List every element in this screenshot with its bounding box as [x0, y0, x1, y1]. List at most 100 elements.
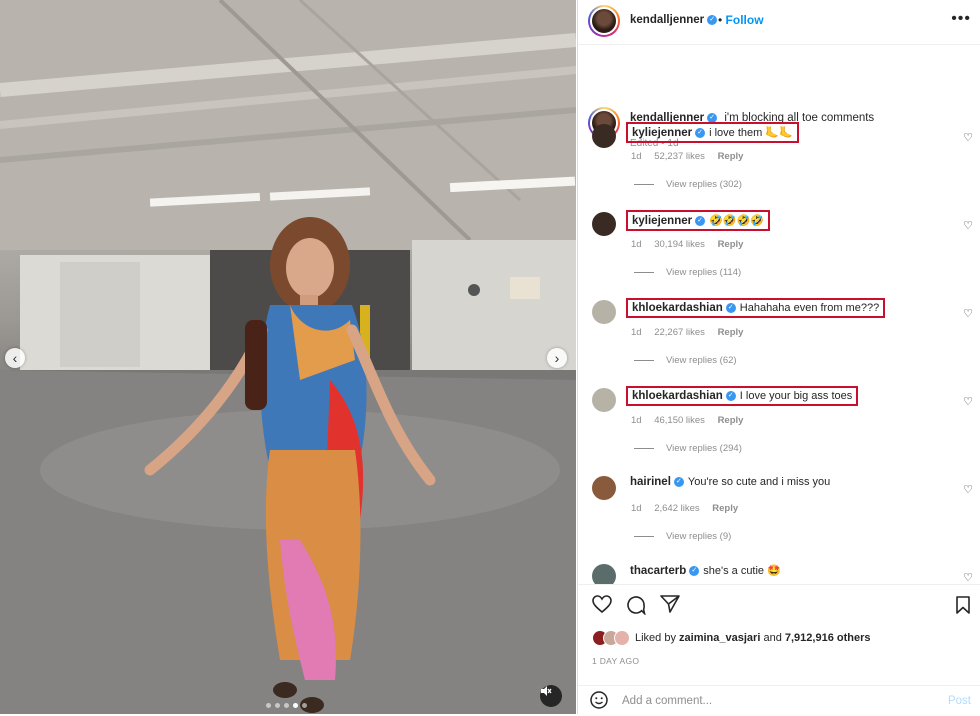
comment-time: 1d — [631, 327, 642, 338]
post-panel: kendalljenner ✓ • Follow ••• kendalljenne… — [577, 0, 980, 714]
liked-by: Liked by zaimina_vasjari and 7,912,916 o… — [592, 630, 871, 646]
view-replies-button[interactable]: View replies (294) — [634, 443, 742, 454]
heart-icon[interactable]: ♡ — [963, 483, 973, 496]
comment-text: You're so cute and i miss you — [687, 476, 831, 488]
comment-time: 1d — [631, 151, 642, 162]
carousel-dot — [275, 703, 280, 708]
comment-likes[interactable]: 2,642 likes — [654, 503, 699, 514]
separator: • — [718, 13, 723, 27]
post-button[interactable]: Post — [948, 695, 971, 707]
comment-text: I love your big ass toes — [739, 390, 853, 402]
avatar[interactable] — [592, 212, 616, 236]
comment-likes[interactable]: 46,150 likes — [654, 415, 705, 426]
reply-button[interactable]: Reply — [712, 503, 738, 514]
comment-line: thacarterb ✓ she's a cutie 🤩 — [626, 562, 785, 579]
comment-text: Hahahaha even from me??? — [739, 302, 880, 314]
verified-icon: ✓ — [695, 216, 706, 227]
comment-line: kyliejenner ✓ i love them 🦶🦶 — [626, 122, 799, 143]
comment-meta: 1d 22,267 likes Reply — [631, 327, 753, 338]
comment-time: 1d — [631, 503, 642, 514]
avatar[interactable] — [588, 5, 620, 37]
author-username-text[interactable]: kendalljenner — [630, 14, 704, 26]
heart-icon[interactable]: ♡ — [963, 395, 973, 408]
heart-icon[interactable]: ♡ — [963, 219, 973, 232]
reply-button[interactable]: Reply — [718, 415, 744, 426]
bookmark-icon[interactable] — [955, 596, 971, 619]
heart-icon[interactable]: ♡ — [963, 571, 973, 584]
post-media[interactable]: ‹ › — [0, 0, 576, 714]
heart-icon[interactable] — [592, 595, 612, 621]
comment-username[interactable]: kyliejenner — [632, 215, 692, 227]
view-replies-button[interactable]: View replies (62) — [634, 355, 737, 366]
comment-icon[interactable] — [626, 595, 646, 621]
avatar[interactable] — [614, 630, 630, 646]
verified-icon: ✓ — [725, 303, 736, 314]
carousel-dot — [266, 703, 271, 708]
more-icon[interactable]: ••• — [951, 10, 971, 28]
view-replies-button[interactable]: View replies (302) — [634, 179, 742, 190]
liked-by-user[interactable]: zaimina_vasjari — [679, 632, 760, 644]
comment-line: hairinel ✓ You're so cute and i miss you — [626, 474, 834, 490]
action-icons — [592, 595, 680, 621]
comment-item: thacarterb ✓ she's a cutie 🤩 ♡ — [578, 558, 980, 584]
comment-text: i love them 🦶🦶 — [709, 127, 793, 139]
comment-username[interactable]: khloekardashian — [632, 302, 723, 314]
avatar[interactable] — [592, 388, 616, 412]
comment-meta: 1d 46,150 likes Reply — [631, 415, 753, 426]
comment-username[interactable]: kyliejenner — [632, 127, 692, 139]
carousel-prev-button[interactable]: ‹ — [5, 348, 25, 368]
post-actions: Liked by zaimina_vasjari and 7,912,916 o… — [578, 584, 980, 715]
heart-icon[interactable]: ♡ — [963, 131, 973, 144]
author-username[interactable]: kendalljenner ✓ — [630, 14, 718, 26]
emoji-icon[interactable] — [590, 691, 608, 714]
comment-text: 🤣🤣🤣🤣 — [709, 215, 764, 227]
comment-likes[interactable]: 30,194 likes — [654, 239, 705, 250]
liked-by-prefix: Liked by — [635, 632, 676, 644]
verified-icon: ✓ — [673, 477, 684, 488]
liked-by-and: and — [763, 632, 782, 644]
comment-meta: 1d 52,237 likes Reply — [631, 151, 753, 162]
liked-by-text: Liked by zaimina_vasjari and 7,912,916 o… — [635, 632, 871, 644]
comment-input[interactable]: Add a comment... — [622, 695, 712, 707]
carousel-dot — [302, 703, 307, 708]
view-replies-button[interactable]: View replies (114) — [634, 267, 741, 278]
avatar[interactable] — [592, 300, 616, 324]
comment-item: khloekardashian ✓ I love your big ass toes… — [578, 382, 980, 470]
post-caption: kendalljenner ✓ i'm blocking all toe comm… — [578, 45, 980, 149]
avatar[interactable] — [592, 476, 616, 500]
comment-username[interactable]: hairinel — [630, 476, 671, 488]
comment-line: khloekardashian ✓ Hahahaha even from me??? — [626, 298, 886, 318]
comment-username[interactable]: khloekardashian — [632, 390, 723, 402]
comment-line: khloekardashian ✓ I love your big ass toes — [626, 386, 859, 406]
avatar[interactable] — [592, 564, 616, 584]
reply-button[interactable]: Reply — [718, 327, 744, 338]
carousel-dots — [266, 703, 307, 708]
share-icon[interactable] — [660, 595, 680, 621]
heart-icon[interactable]: ♡ — [963, 307, 973, 320]
comment-meta: 1d 30,194 likes Reply — [631, 239, 753, 250]
reply-button[interactable]: Reply — [718, 239, 744, 250]
verified-icon: ✓ — [725, 391, 736, 402]
muted-speaker-icon[interactable] — [540, 685, 562, 707]
comment-likes[interactable]: 52,237 likes — [654, 151, 705, 162]
reply-button[interactable]: Reply — [718, 151, 744, 162]
carousel-next-button[interactable]: › — [547, 348, 567, 368]
view-replies-button[interactable]: View replies (9) — [634, 531, 731, 542]
comment-meta: 1d 2,642 likes Reply — [631, 503, 748, 514]
comment-list[interactable]: kyliejenner ✓ i love them 🦶🦶 1d 52,237 lik… — [578, 118, 980, 584]
follow-button[interactable]: Follow — [726, 13, 764, 27]
comment-time: 1d — [631, 239, 642, 250]
liked-by-others[interactable]: 7,912,916 others — [785, 632, 871, 644]
comment-username[interactable]: thacarterb — [630, 565, 686, 577]
garage-photo — [0, 0, 576, 714]
carousel-dot-active — [293, 703, 298, 708]
comment-item: hairinel ✓ You're so cute and i miss you 1… — [578, 470, 980, 558]
comment-likes[interactable]: 22,267 likes — [654, 327, 705, 338]
avatar[interactable] — [592, 124, 616, 148]
comment-text: she's a cutie 🤩 — [703, 565, 781, 577]
comment-line: kyliejenner ✓ 🤣🤣🤣🤣 — [626, 210, 770, 231]
comment-time: 1d — [631, 415, 642, 426]
comment-item: kyliejenner ✓ i love them 🦶🦶 1d 52,237 lik… — [578, 118, 980, 206]
post-timestamp[interactable]: 1 DAY AGO — [592, 656, 639, 666]
comment-composer: Add a comment... Post — [578, 685, 980, 716]
